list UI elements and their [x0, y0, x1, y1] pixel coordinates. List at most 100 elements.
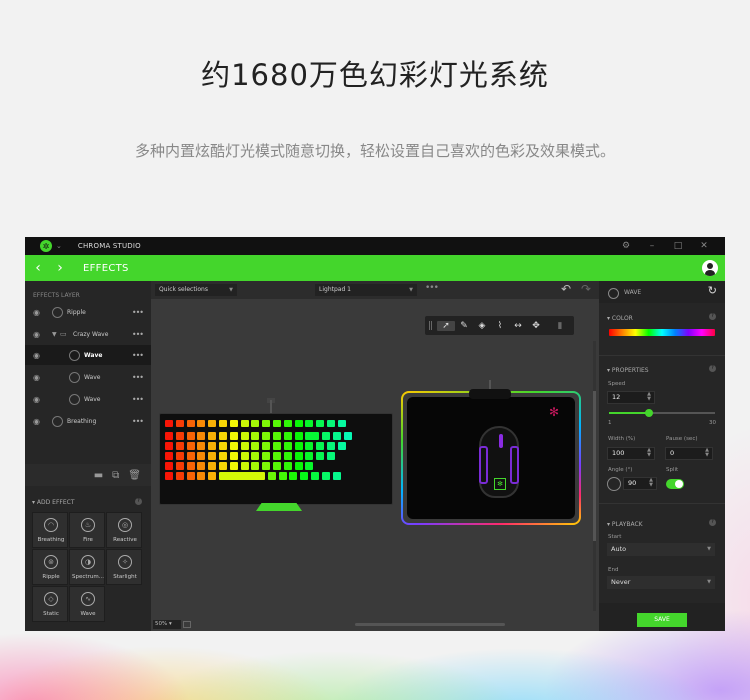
stepper-icon[interactable]: ▲ ▼ — [649, 478, 653, 488]
keyboard-key[interactable] — [219, 462, 227, 470]
keyboard-key[interactable] — [208, 420, 217, 427]
keyboard-key[interactable] — [175, 452, 184, 460]
keyboard-key[interactable] — [251, 432, 260, 440]
keyboard-key[interactable] — [283, 442, 292, 450]
stepper-icon[interactable]: ▲ ▼ — [647, 392, 651, 402]
razer-logo-icon[interactable]: ✲ — [40, 240, 52, 252]
keyboard-key[interactable] — [305, 420, 314, 427]
keyboard-key[interactable] — [273, 462, 281, 470]
keyboard-key[interactable] — [322, 432, 331, 440]
brush-icon[interactable]: ⌇ — [491, 321, 509, 331]
keyboard-key[interactable] — [327, 442, 335, 450]
redo-icon[interactable]: ↷ — [581, 282, 591, 296]
pointer-icon[interactable]: ➚ — [437, 320, 455, 331]
keyboard-key[interactable] — [305, 452, 314, 460]
eye-icon[interactable]: ◉ — [33, 308, 40, 317]
width-input[interactable]: 100 ▲ ▼ — [607, 447, 655, 460]
more-icon[interactable]: ••• — [132, 330, 144, 339]
angle-dial[interactable] — [607, 477, 621, 491]
keyboard-device[interactable] — [159, 413, 393, 505]
keyboard-key[interactable] — [316, 420, 325, 427]
effect-spectrum[interactable]: ◑ Spectrum... — [69, 549, 105, 585]
keyboard-key[interactable] — [251, 462, 260, 470]
settings-icon[interactable]: ⚙ — [613, 241, 639, 251]
keyboard-key[interactable] — [208, 472, 217, 480]
start-select[interactable]: Auto ▼ — [607, 543, 715, 556]
zoom-dropdown[interactable]: 50% ▾ — [153, 620, 181, 629]
keyboard-key[interactable] — [219, 472, 265, 480]
layer-row[interactable]: ◉ Wave ••• — [25, 389, 151, 409]
keyboard-key[interactable] — [283, 462, 292, 470]
keyboard-key[interactable] — [273, 432, 281, 440]
keyboard-key[interactable] — [165, 432, 173, 440]
keyboard-key[interactable] — [229, 442, 238, 450]
keyboard-key[interactable] — [294, 432, 303, 440]
help-icon[interactable]: ? — [709, 365, 716, 372]
keyboard-key[interactable] — [294, 462, 303, 470]
effect-ripple[interactable]: ⊚ Ripple — [32, 549, 68, 585]
keyboard-key[interactable] — [165, 442, 173, 450]
keyboard-key[interactable] — [175, 442, 184, 450]
keyboard-key[interactable] — [316, 442, 325, 450]
keyboard-key[interactable] — [165, 472, 173, 480]
keyboard-key[interactable] — [337, 442, 346, 450]
keyboard-key[interactable] — [278, 472, 287, 480]
pen-icon[interactable]: ✎ — [455, 321, 473, 331]
keyboard-key[interactable] — [208, 452, 217, 460]
chevron-down-icon[interactable]: ⌄ — [56, 242, 62, 250]
keyboard-key[interactable] — [316, 452, 325, 460]
keyboard-key[interactable] — [175, 432, 184, 440]
keyboard-key[interactable] — [165, 462, 173, 470]
keyboard-key[interactable] — [283, 420, 292, 427]
more-icon[interactable]: ••• — [132, 308, 144, 317]
keyboard-key[interactable] — [197, 442, 206, 450]
keyboard-key[interactable] — [175, 472, 184, 480]
layer-row[interactable]: ◉ Ripple ••• — [25, 302, 151, 322]
keyboard-key[interactable] — [219, 432, 227, 440]
keyboard-key[interactable] — [197, 462, 206, 470]
keyboard-key[interactable] — [229, 462, 238, 470]
keyboard-key[interactable] — [165, 452, 173, 460]
keyboard-key[interactable] — [305, 462, 314, 470]
fill-icon[interactable]: ◈ — [473, 321, 491, 331]
keyboard-key[interactable] — [294, 452, 303, 460]
keyboard-key[interactable] — [197, 432, 206, 440]
keyboard-key[interactable] — [333, 432, 341, 440]
keyboard-key[interactable] — [219, 452, 227, 460]
move-icon[interactable]: ✥ — [527, 321, 545, 331]
close-icon[interactable]: ✕ — [691, 241, 717, 251]
stepper-icon[interactable]: ▲ ▼ — [647, 448, 651, 458]
more-icon[interactable]: ••• — [132, 417, 144, 426]
keyboard-key[interactable] — [267, 472, 276, 480]
keyboard-key[interactable] — [305, 432, 320, 440]
folder-icon[interactable]: ▬ — [94, 470, 103, 481]
help-icon[interactable]: ? — [135, 498, 142, 505]
keyboard-key[interactable] — [219, 442, 227, 450]
keyboard-key[interactable] — [262, 420, 271, 427]
keyboard-key[interactable] — [300, 472, 309, 480]
keyboard-key[interactable] — [251, 420, 260, 427]
quick-selections-dropdown[interactable]: Quick selections ▼ — [155, 284, 237, 296]
keyboard-key[interactable] — [283, 452, 292, 460]
keyboard-key[interactable] — [262, 462, 271, 470]
trash-icon[interactable]: ▮ — [551, 321, 569, 331]
more-icon[interactable]: ••• — [132, 395, 144, 404]
effect-breathing[interactable]: ◠ Breathing — [32, 512, 68, 548]
layer-row[interactable]: ◉ ▼ ▭ Crazy Wave ••• — [25, 324, 151, 344]
speed-input[interactable]: 12 ▲ ▼ — [607, 391, 655, 404]
effect-reactive[interactable]: ◎ Reactive — [106, 512, 142, 548]
keyboard-key[interactable] — [321, 472, 330, 480]
more-icon[interactable]: ••• — [132, 373, 144, 382]
mouse-device[interactable]: ✻ — [479, 426, 519, 498]
eye-icon[interactable]: ◉ — [33, 417, 40, 426]
effect-wave[interactable]: ∿ Wave — [69, 586, 105, 622]
save-button[interactable]: SAVE — [637, 613, 687, 627]
speed-slider-knob[interactable] — [645, 409, 654, 417]
vertical-scroll-thumb[interactable] — [593, 391, 596, 541]
eye-icon[interactable]: ◉ — [33, 373, 40, 382]
device-dropdown[interactable]: Lightpad 1 ▼ — [315, 284, 417, 296]
duplicate-icon[interactable]: ⧉ — [112, 470, 119, 481]
keyboard-key[interactable] — [240, 420, 249, 427]
refresh-icon[interactable]: ↻ — [708, 284, 717, 297]
stepper-icon[interactable]: ▲ ▼ — [705, 448, 709, 458]
